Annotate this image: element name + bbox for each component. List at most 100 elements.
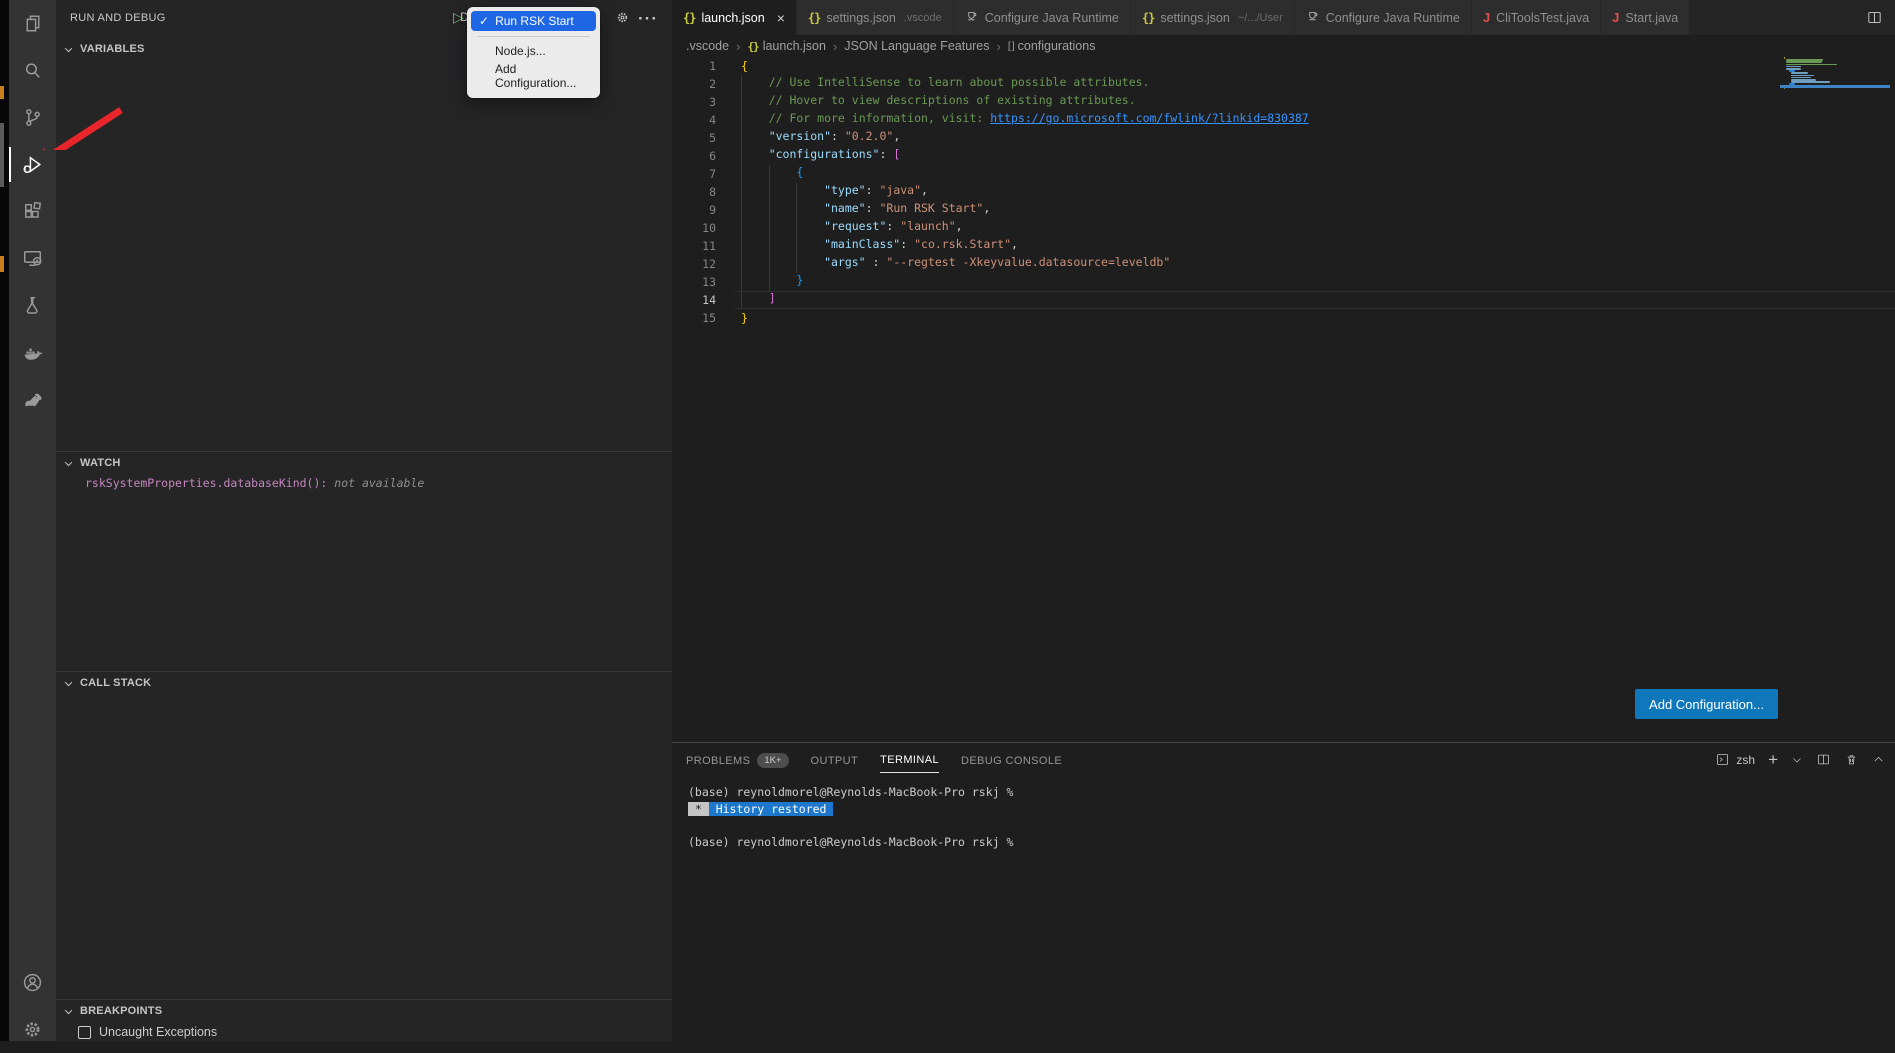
watch-section-header[interactable]: WATCH <box>56 452 672 474</box>
terminal-output[interactable]: (base) reynoldmorel@Reynolds-MacBook-Pro… <box>672 776 1895 850</box>
call-stack-section-header[interactable]: CALL STACK <box>56 672 672 694</box>
activity-bar-item-accounts[interactable] <box>9 959 56 1006</box>
source-control-icon <box>20 105 45 130</box>
code-token: "0.2.0" <box>845 129 893 147</box>
checkmark-icon: ✓ <box>479 14 489 28</box>
panel-tab-debug-console[interactable]: DEBUG CONSOLE <box>961 747 1062 773</box>
editor-tab-configure-java-runtime[interactable]: Configure Java Runtime <box>1295 0 1472 35</box>
terminal-text: (base) reynoldmorel@Reynolds-MacBook-Pro… <box>688 785 1013 799</box>
editor-tab-settings-json[interactable]: {}settings.json.vscode <box>797 0 954 35</box>
more-actions-icon[interactable]: ··· <box>638 9 658 29</box>
activity-bar-item-search[interactable] <box>9 47 56 94</box>
menu-item-add-configuration[interactable]: Add Configuration... <box>467 60 600 92</box>
breadcrumb-item--vscode[interactable]: .vscode <box>686 39 729 53</box>
code-line-3[interactable]: 3// Hover to view descriptions of existi… <box>672 93 1895 111</box>
line-content: "request": "launch", <box>741 219 963 237</box>
line-number-15[interactable]: 15 <box>672 311 716 325</box>
minimap[interactable] <box>1784 57 1890 187</box>
indent-guide <box>741 273 769 291</box>
activity-bar-item-gradle[interactable] <box>9 376 56 423</box>
breadcrumb-label: .vscode <box>686 39 729 53</box>
breadcrumb-item-launch-json[interactable]: {}launch.json <box>747 39 826 53</box>
activity-bar-item-remote-explorer[interactable] <box>9 235 56 282</box>
line-content: "name": "Run RSK Start", <box>741 201 990 219</box>
code-line-13[interactable]: 13} <box>672 273 1895 291</box>
array-symbol-icon: [ ] <box>1008 40 1014 52</box>
line-number-9[interactable]: 9 <box>672 203 716 217</box>
line-number-11[interactable]: 11 <box>672 239 716 253</box>
code-line-1[interactable]: 1{ <box>672 57 1895 75</box>
terminal-line: (base) reynoldmorel@Reynolds-MacBook-Pro… <box>688 834 1895 851</box>
chevron-down-icon <box>63 458 74 469</box>
edge-mark-orange-2 <box>0 256 4 272</box>
line-number-8[interactable]: 8 <box>672 185 716 199</box>
code-token: , <box>956 219 963 237</box>
line-content: "configurations": [ <box>741 147 900 165</box>
maximize-panel-chevron-up-icon[interactable] <box>1872 753 1885 766</box>
line-number-10[interactable]: 10 <box>672 221 716 235</box>
terminal-dropdown-chevron-icon[interactable] <box>1791 754 1803 766</box>
activity-bar-item-extensions[interactable] <box>9 188 56 235</box>
debug-settings-gear-icon[interactable] <box>614 9 631 26</box>
editor-tab-clitoolstest-java[interactable]: JCliToolsTest.java <box>1472 0 1601 35</box>
new-terminal-icon[interactable]: + <box>1768 750 1778 770</box>
code-line-9[interactable]: 9 "name": "Run RSK Start", <box>672 201 1895 219</box>
kill-terminal-trash-icon[interactable] <box>1844 752 1859 767</box>
code-line-15[interactable]: 15} <box>672 309 1895 327</box>
panel-tab-terminal[interactable]: TERMINAL <box>880 746 939 773</box>
breakpoints-section-header[interactable]: BREAKPOINTS <box>56 1000 672 1022</box>
code-line-11[interactable]: 11"mainClass": "co.rsk.Start", <box>672 237 1895 255</box>
activity-bar-item-run-and-debug[interactable] <box>9 141 56 188</box>
line-number-3[interactable]: 3 <box>672 95 716 109</box>
activity-bar-item-explorer[interactable] <box>9 0 56 47</box>
uncaught-exceptions-checkbox[interactable] <box>78 1026 91 1039</box>
code-token: "name" <box>824 201 866 219</box>
selected-config-label: Run RSK Start <box>495 14 574 28</box>
indent-guide <box>769 165 797 183</box>
testing-icon <box>20 293 45 318</box>
code-line-14[interactable]: 14] <box>672 291 1895 309</box>
line-number-2[interactable]: 2 <box>672 77 716 91</box>
activity-bar-item-testing[interactable] <box>9 282 56 329</box>
code-line-5[interactable]: 5"version": "0.2.0", <box>672 129 1895 147</box>
breadcrumb-item-json-language-features[interactable]: JSON Language Features <box>844 39 989 53</box>
line-number-7[interactable]: 7 <box>672 167 716 181</box>
terminal-shell-selector[interactable]: zsh <box>1715 752 1755 767</box>
line-number-14[interactable]: 14 <box>672 293 716 307</box>
line-number-6[interactable]: 6 <box>672 149 716 163</box>
code-line-7[interactable]: 7{ <box>672 165 1895 183</box>
code-line-8[interactable]: 8"type": "java", <box>672 183 1895 201</box>
code-token: : <box>866 183 880 201</box>
close-tab-icon[interactable]: × <box>777 10 785 26</box>
activity-bar-item-source-control[interactable] <box>9 94 56 141</box>
add-configuration-button[interactable]: Add Configuration... <box>1635 689 1778 719</box>
code-line-2[interactable]: 2// Use IntelliSense to learn about poss… <box>672 75 1895 93</box>
json-braces-icon: {} <box>683 11 695 25</box>
code-line-4[interactable]: 4// For more information, visit: https:/… <box>672 111 1895 129</box>
panel-tab-output[interactable]: OUTPUT <box>811 747 859 773</box>
split-editor-icon[interactable] <box>1854 0 1895 35</box>
activity-bar-item-docker[interactable] <box>9 329 56 376</box>
editor-tab-settings-json[interactable]: {}settings.json~/.../User <box>1131 0 1295 35</box>
watch-expression-row[interactable]: rskSystemProperties.databaseKind(): not … <box>56 474 672 490</box>
editor-tab-configure-java-runtime[interactable]: Configure Java Runtime <box>954 0 1131 35</box>
line-number-12[interactable]: 12 <box>672 257 716 271</box>
tab-label: settings.json <box>826 11 895 25</box>
line-number-13[interactable]: 13 <box>672 275 716 289</box>
editor-tab-start-java[interactable]: JStart.java <box>1601 0 1690 35</box>
split-terminal-icon[interactable] <box>1816 752 1831 767</box>
code-line-6[interactable]: 6 "configurations": [ <box>672 147 1895 165</box>
menu-separator <box>477 36 590 37</box>
line-number-5[interactable]: 5 <box>672 131 716 145</box>
line-number-4[interactable]: 4 <box>672 113 716 127</box>
code-line-12[interactable]: 12"args" : "--regtest -Xkeyvalue.datasou… <box>672 255 1895 273</box>
code-token: { <box>741 59 748 73</box>
menu-item-nodejs[interactable]: Node.js... <box>467 42 600 60</box>
code-line-10[interactable]: 10 "request": "launch", <box>672 219 1895 237</box>
menu-item-run-rsk-start[interactable]: ✓ Run RSK Start <box>471 11 596 31</box>
activity-bar-item-settings[interactable] <box>9 1006 56 1053</box>
line-number-1[interactable]: 1 <box>672 59 716 73</box>
breadcrumb-item-configurations[interactable]: [ ]configurations <box>1008 39 1096 53</box>
editor-tab-launch-json[interactable]: {}launch.json× <box>672 0 797 35</box>
panel-tab-problems[interactable]: PROBLEMS1K+ <box>686 745 789 774</box>
